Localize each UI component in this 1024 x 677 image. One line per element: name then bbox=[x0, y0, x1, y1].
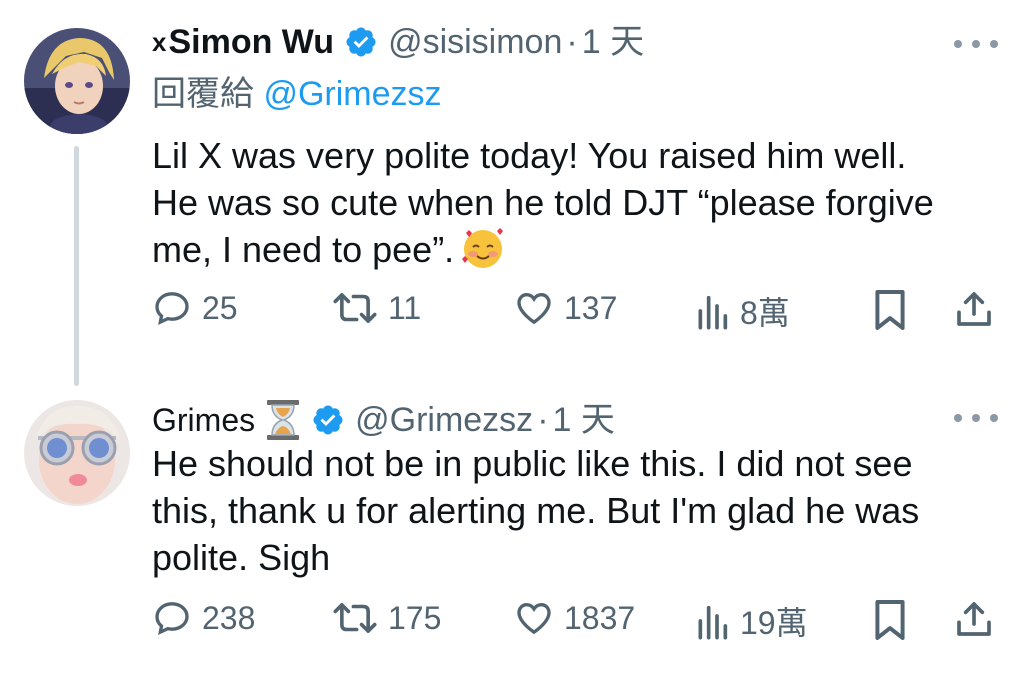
more-options-icon[interactable] bbox=[954, 408, 998, 428]
views-button[interactable]: 19萬 bbox=[694, 598, 808, 644]
separator-dot: · bbox=[537, 401, 549, 439]
reply-icon bbox=[155, 602, 189, 636]
hourglass-icon bbox=[265, 398, 301, 442]
heart-icon bbox=[517, 602, 551, 635]
bookmark-button[interactable] bbox=[872, 288, 908, 332]
reply-button[interactable]: 25 bbox=[152, 288, 238, 328]
reply-button[interactable]: 238 bbox=[152, 598, 255, 638]
bar-chart-icon bbox=[698, 605, 728, 640]
reply-prefix: 回覆給 bbox=[152, 75, 254, 113]
repost-icon bbox=[333, 293, 377, 323]
tweet-text-line: Lil X was very polite today! You raised … bbox=[152, 135, 907, 176]
separator-dot: · bbox=[566, 23, 578, 61]
avatar-simon-wu[interactable] bbox=[24, 28, 130, 134]
bookmark-button[interactable] bbox=[872, 598, 908, 642]
tweet-text-line: polite. Sigh bbox=[152, 537, 331, 578]
tweet-text-line: He was so cute when he told DJT “please … bbox=[152, 182, 934, 223]
tweet-text: He should not be in public like this. I … bbox=[152, 440, 919, 581]
share-icon bbox=[957, 602, 991, 636]
bookmark-icon bbox=[875, 290, 905, 330]
like-button[interactable]: 1837 bbox=[514, 598, 635, 638]
reply-mention-link[interactable]: @Grimezsz bbox=[263, 75, 441, 113]
smiling-face-with-hearts-icon bbox=[460, 225, 506, 271]
reply-icon bbox=[155, 292, 189, 326]
reply-to-line: 回覆給 @Grimezsz bbox=[152, 74, 442, 114]
reply-count: 25 bbox=[202, 289, 238, 326]
handle[interactable]: @sisisimon bbox=[388, 22, 562, 62]
view-count: 8萬 bbox=[740, 295, 790, 331]
like-count: 1837 bbox=[564, 599, 636, 636]
share-button[interactable] bbox=[954, 598, 994, 640]
display-name[interactable]: Grimes bbox=[152, 400, 255, 440]
action-bar: 238 175 1837 19萬 bbox=[152, 598, 1002, 648]
tweet-grimes[interactable]: Grimes @Grimezsz · 1 天 He should not be … bbox=[0, 380, 1024, 677]
tweet-text-line: this, thank u for alerting me. But I'm g… bbox=[152, 490, 920, 531]
thread-connector-line bbox=[74, 146, 79, 386]
verified-badge-icon[interactable] bbox=[311, 403, 345, 437]
view-count: 19萬 bbox=[740, 605, 808, 641]
bar-chart-icon bbox=[698, 295, 728, 330]
like-button[interactable]: 137 bbox=[514, 288, 617, 328]
repost-button[interactable]: 175 bbox=[332, 598, 441, 638]
tweet-header: x Simon Wu @sisisimon · 1 天 bbox=[152, 22, 644, 62]
display-name[interactable]: Simon Wu bbox=[168, 22, 334, 62]
heart-icon bbox=[517, 292, 551, 325]
handle[interactable]: @Grimezsz bbox=[355, 400, 533, 440]
bookmark-icon bbox=[875, 600, 905, 640]
reply-count: 238 bbox=[202, 599, 256, 636]
repost-icon bbox=[333, 603, 377, 633]
timestamp[interactable]: 1 天 bbox=[582, 22, 644, 62]
tweet-text-line: me, I need to pee”. bbox=[152, 229, 455, 270]
timestamp[interactable]: 1 天 bbox=[553, 400, 615, 440]
repost-count: 11 bbox=[388, 289, 422, 326]
views-button[interactable]: 8萬 bbox=[694, 288, 790, 334]
share-button[interactable] bbox=[954, 288, 994, 330]
tweet-text: Lil X was very polite today! You raised … bbox=[152, 132, 934, 275]
share-icon bbox=[957, 292, 991, 326]
more-options-icon[interactable] bbox=[954, 34, 998, 54]
repost-button[interactable]: 11 bbox=[332, 288, 421, 328]
tweet-simon-wu[interactable]: x Simon Wu @sisisimon · 1 天 回覆給 @Grimezs… bbox=[0, 0, 1024, 386]
action-bar: 25 11 137 8萬 bbox=[152, 288, 1002, 338]
tweet-header: Grimes @Grimezsz · 1 天 bbox=[152, 398, 615, 442]
verified-badge-icon[interactable] bbox=[344, 25, 378, 59]
like-count: 137 bbox=[564, 289, 618, 326]
repost-count: 175 bbox=[388, 599, 442, 636]
tweet-text-line: He should not be in public like this. I … bbox=[152, 443, 913, 484]
x-mark: x bbox=[152, 27, 167, 57]
avatar-grimes[interactable] bbox=[24, 400, 130, 506]
